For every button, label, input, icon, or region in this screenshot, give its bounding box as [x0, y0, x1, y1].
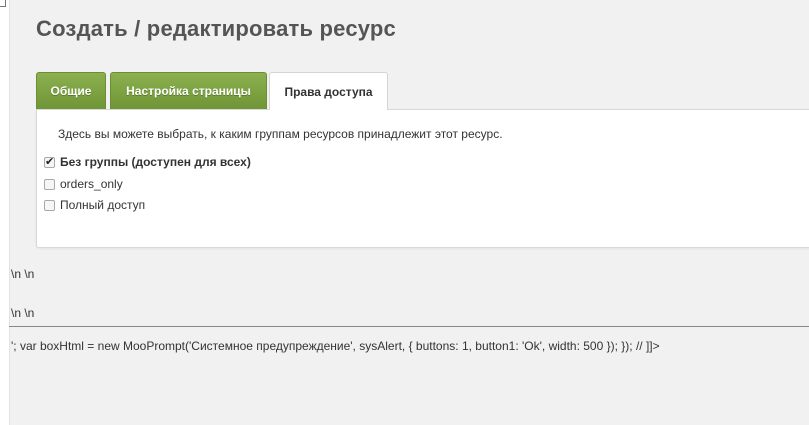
access-panel: Здесь вы можете выбрать, к каким группам… [36, 109, 809, 248]
group-label-full-access: Полный доступ [60, 198, 146, 212]
tab-page-settings[interactable]: Настройка страницы [110, 72, 267, 109]
group-row-full-access: Полный доступ [44, 198, 145, 212]
group-label-no-group: Без группы (доступен для всех) [60, 155, 251, 169]
group-row-orders-only: orders_only [44, 177, 123, 191]
tab-page-settings-label: Настройка страницы [126, 84, 251, 98]
tab-access-rights-label: Права доступа [284, 84, 373, 99]
tab-general[interactable]: Общие [36, 72, 106, 109]
tab-access-rights[interactable]: Права доступа [269, 72, 388, 110]
group-checkbox-full-access[interactable] [44, 199, 55, 211]
raw-script-text: '; var boxHtml = new MooPrompt('Системно… [11, 339, 660, 353]
tab-general-label: Общие [50, 84, 92, 98]
divider [9, 326, 809, 327]
raw-text-line-1: \n \n [11, 267, 35, 281]
raw-text-line-2: \n \n [11, 306, 35, 320]
access-description: Здесь вы можете выбрать, к каким группам… [58, 127, 503, 141]
left-strip [0, 0, 10, 425]
group-checkbox-no-group[interactable]: ✔ [44, 156, 55, 168]
group-checkbox-orders-only[interactable] [44, 178, 55, 190]
group-row-no-group: ✔ Без группы (доступен для всех) [44, 155, 251, 169]
corner-marker-icon [0, 0, 6, 7]
group-label-orders-only: orders_only [60, 177, 123, 191]
page-title: Создать / редактировать ресурс [36, 16, 396, 41]
